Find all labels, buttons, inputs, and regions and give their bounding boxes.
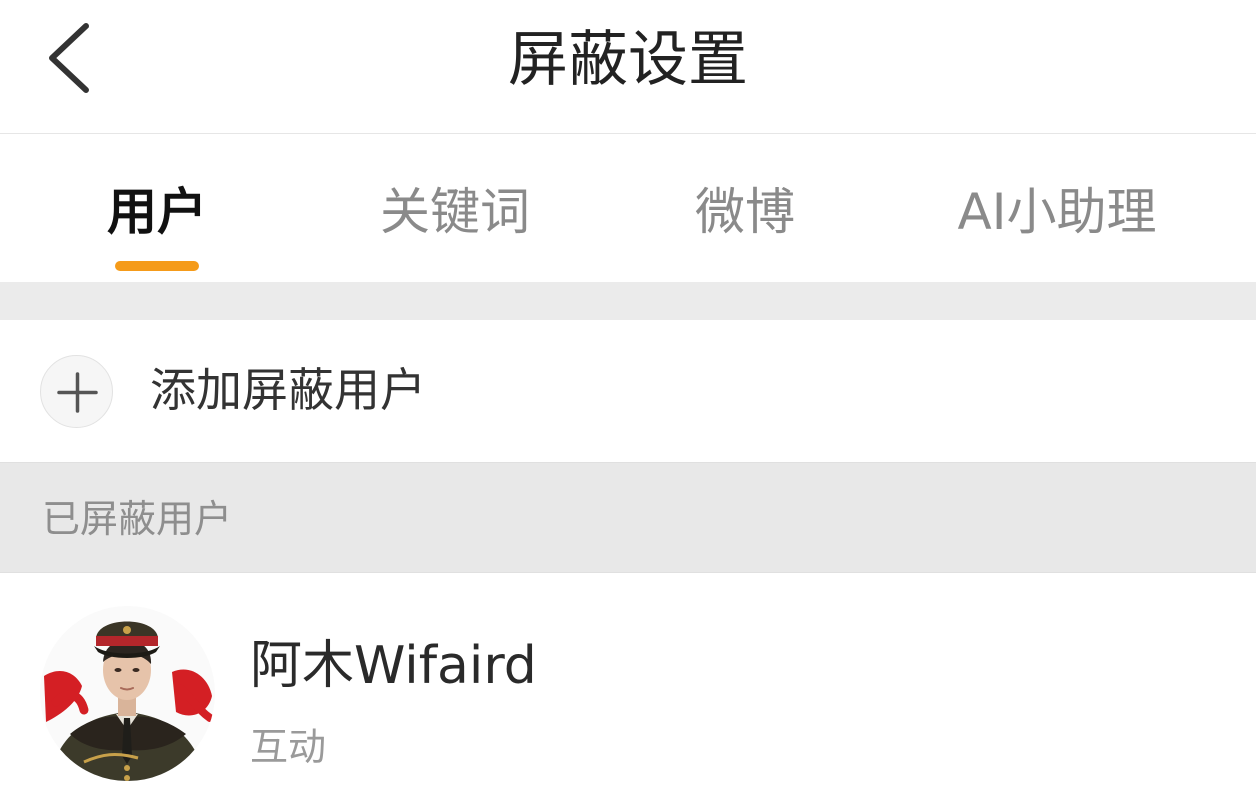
avatar[interactable] <box>40 606 215 781</box>
blocked-users-section-header: 已屏蔽用户 <box>0 462 1256 573</box>
active-tab-indicator <box>115 261 199 271</box>
add-blocked-user-button[interactable]: 添加屏蔽用户 <box>0 320 1256 462</box>
blocked-user-subtitle: 互动 <box>250 725 327 769</box>
blocked-user-row[interactable]: 阿木Wifaird 互动 <box>0 573 1256 811</box>
tab-keywords[interactable]: 关键词 <box>380 178 530 246</box>
page-title: 屏蔽设置 <box>508 25 748 95</box>
avatar-photo <box>40 606 215 781</box>
tab-users[interactable]: 用户 <box>107 178 207 246</box>
tab-bar: 用户 关键词 微博 AI小助理 <box>0 134 1256 282</box>
plus-icon <box>57 372 98 413</box>
blocked-user-name[interactable]: 阿木Wifaird <box>250 631 537 701</box>
section-divider <box>0 282 1256 320</box>
blocked-users-section-label: 已屏蔽用户 <box>42 497 233 541</box>
add-blocked-user-label: 添加屏蔽用户 <box>150 363 426 417</box>
add-button-circle <box>40 355 113 428</box>
top-bar: 屏蔽设置 <box>0 0 1256 134</box>
tab-ai-assistant[interactable]: AI小助理 <box>958 178 1157 246</box>
tab-weibo[interactable]: 微博 <box>695 178 795 246</box>
